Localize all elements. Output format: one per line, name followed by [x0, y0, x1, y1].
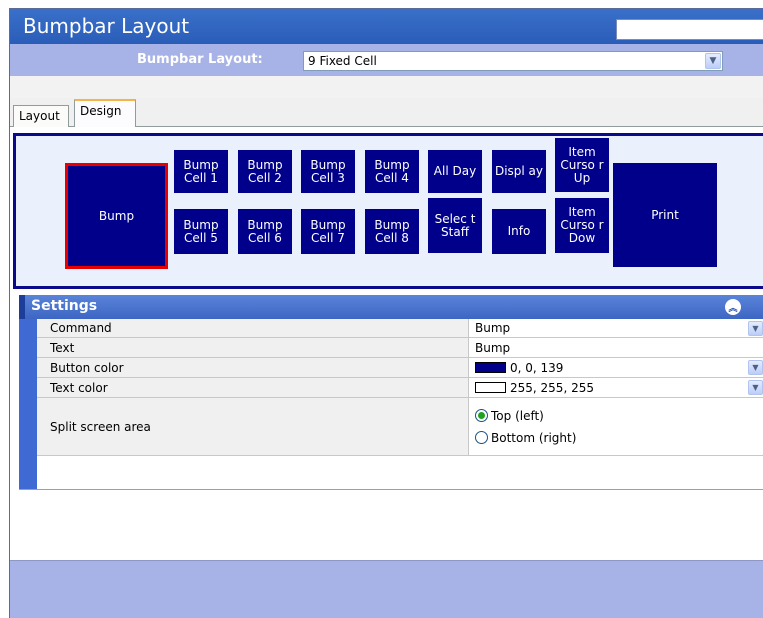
grid-row-header-strip [19, 319, 37, 489]
tab-design[interactable]: Design [74, 99, 136, 127]
bumpbar-design-panel: Bump Print Bump Cell 1 Bump Cell 2 Bump Ce… [13, 133, 763, 289]
footer-bar [10, 560, 763, 618]
bumpbar-layout-window: Bumpbar Layout Bumpbar Layout: 9 Fixed C… [9, 8, 763, 618]
split-radio-group: Top (left) Bottom (right) [469, 398, 763, 455]
bumpbar-cell-button[interactable]: Bump Cell 6 [238, 209, 292, 254]
text-color-select[interactable]: 255, 255, 255 ▼ [469, 378, 763, 397]
settings-blank-area [19, 489, 763, 559]
bumpbar-cell-button[interactable]: Bump Cell 3 [301, 150, 355, 193]
bumpbar-cell-button[interactable]: Selec t Staff [428, 198, 482, 253]
radio-button[interactable] [475, 431, 488, 444]
property-row-button-color: Button color 0, 0, 139 ▼ [37, 358, 763, 378]
toolbar-spacer [10, 76, 763, 98]
radio-top-left[interactable]: Top (left) [475, 409, 544, 423]
layout-selector-label: Bumpbar Layout: [137, 52, 263, 67]
command-select[interactable]: Bump ▼ [469, 319, 763, 337]
bumpbar-cell-button[interactable]: Item Curso r Dow [555, 198, 609, 253]
bumpbar-cell-button[interactable]: Bump Cell 1 [174, 150, 228, 193]
property-name: Button color [37, 358, 469, 377]
property-value: 0, 0, 139 [510, 360, 564, 375]
property-value: 255, 255, 255 [510, 380, 594, 395]
radio-button-selected[interactable] [475, 409, 488, 422]
bumpbar-cell-button[interactable]: Bump Cell 8 [365, 209, 419, 254]
tab-layout[interactable]: Layout [13, 105, 69, 127]
color-swatch [475, 362, 506, 373]
property-row-split-screen: Split screen area Top (left) Bottom (rig… [37, 398, 763, 456]
bumpbar-cell-button[interactable]: Bump Cell 2 [238, 150, 292, 193]
layout-select-value: 9 Fixed Cell [308, 54, 377, 68]
bumpbar-cell-button[interactable]: Info [492, 209, 546, 254]
property-row-text-color: Text color 255, 255, 255 ▼ [37, 378, 763, 398]
bumpbar-cell-button[interactable]: All Day [428, 150, 482, 193]
property-row-text: Text Bump [37, 338, 763, 358]
text-field[interactable]: Bump [469, 338, 763, 357]
bumpbar-cell-button[interactable]: Bump Cell 7 [301, 209, 355, 254]
property-row-command: Command Bump ▼ [37, 319, 763, 338]
settings-title: Settings [31, 298, 98, 314]
layout-select[interactable]: 9 Fixed Cell ▼ [303, 51, 723, 71]
property-value: Bump [475, 321, 511, 335]
radio-label: Top (left) [491, 408, 544, 423]
property-name: Command [37, 319, 469, 337]
property-name: Text color [37, 378, 469, 397]
bumpbar-button-print[interactable]: Print [613, 163, 717, 267]
property-value: Bump [475, 340, 511, 355]
chevron-up-double-icon[interactable]: ︽ [725, 299, 741, 315]
window-title: Bumpbar Layout [23, 14, 190, 38]
property-name: Split screen area [37, 398, 469, 455]
layout-selector-row: Bumpbar Layout: 9 Fixed Cell ▼ [10, 44, 763, 76]
settings-grid: Command Bump ▼ Text Bump Button color 0,… [19, 319, 763, 489]
chevron-down-icon[interactable]: ▼ [748, 380, 763, 395]
bumpbar-cell-button[interactable]: Item Curso r Up [555, 138, 609, 192]
title-search-field[interactable] [616, 19, 763, 40]
bumpbar-cell-button[interactable]: Bump Cell 5 [174, 209, 228, 254]
settings-accent-bar [19, 295, 25, 319]
button-color-select[interactable]: 0, 0, 139 ▼ [469, 358, 763, 377]
color-swatch [475, 382, 506, 393]
radio-bottom-right[interactable]: Bottom (right) [475, 431, 576, 445]
title-bar: Bumpbar Layout [10, 9, 763, 44]
bumpbar-cell-button[interactable]: Displ ay [492, 150, 546, 193]
settings-header: Settings ︽ [19, 295, 763, 319]
property-name: Text [37, 338, 469, 357]
chevron-down-icon[interactable]: ▼ [748, 321, 763, 336]
bumpbar-button-bump[interactable]: Bump [65, 163, 168, 269]
tab-bar: Layout Design [10, 98, 763, 127]
radio-label: Bottom (right) [491, 430, 577, 445]
bumpbar-cell-button[interactable]: Bump Cell 4 [365, 150, 419, 193]
chevron-down-icon[interactable]: ▼ [748, 360, 763, 375]
chevron-down-icon[interactable]: ▼ [705, 53, 721, 69]
